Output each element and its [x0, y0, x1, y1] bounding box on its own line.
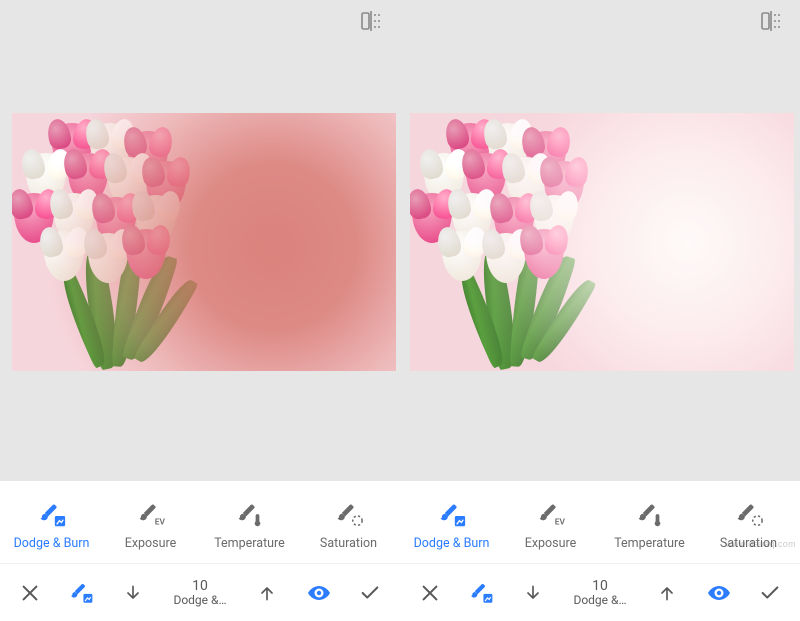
brush-sat-icon [334, 500, 364, 530]
stepper-value: 10 [192, 579, 208, 594]
action-bar: 10 Dodge &… [400, 563, 800, 621]
topbar [0, 0, 400, 42]
tool-temperature[interactable]: Temperature [603, 500, 697, 551]
brush-dodge-icon [37, 500, 67, 530]
tool-label: Exposure [125, 536, 177, 551]
stepper-value: 10 [592, 579, 608, 594]
app-container: Dodge & Burn EV Exposure Temperature [0, 0, 800, 621]
topbar [400, 0, 800, 42]
brush-ev-icon: EV [536, 500, 566, 530]
tool-label: Temperature [614, 536, 685, 551]
brush-ev-icon: EV [136, 500, 166, 530]
compare-before-after-icon[interactable] [360, 10, 382, 32]
edited-photo[interactable] [12, 113, 396, 371]
apply-button[interactable] [751, 573, 789, 613]
close-button[interactable] [11, 573, 49, 613]
tool-label: Dodge & Burn [14, 536, 90, 551]
action-bar: 10 Dodge &… [0, 563, 400, 621]
apply-button[interactable] [351, 573, 389, 613]
brush-mode-button[interactable] [62, 573, 100, 613]
watermark: www.deuaq.com [725, 539, 796, 549]
decrease-button[interactable] [114, 573, 152, 613]
brush-tool-row: Dodge & Burn EV Exposure Temperature [0, 481, 400, 563]
brush-temp-icon [235, 500, 265, 530]
brush-strength-stepper[interactable]: 10 Dodge &… [565, 579, 635, 606]
tool-label: Temperature [214, 536, 285, 551]
stepper-label: Dodge &… [573, 594, 626, 607]
brush-mask-overlay [12, 113, 396, 371]
brush-strength-stepper[interactable]: 10 Dodge &… [165, 579, 235, 606]
edited-photo[interactable] [410, 113, 794, 371]
compare-before-after-icon[interactable] [760, 10, 782, 32]
increase-button[interactable] [248, 573, 286, 613]
tool-label: Exposure [525, 536, 577, 551]
tool-exposure[interactable]: EV Exposure [504, 500, 598, 551]
tool-label: Saturation [320, 536, 377, 551]
tool-dodge-burn[interactable]: Dodge & Burn [405, 500, 499, 551]
tool-saturation[interactable]: Saturation [302, 500, 396, 551]
brush-dodge-icon [437, 500, 467, 530]
tool-dodge-burn[interactable]: Dodge & Burn [5, 500, 99, 551]
tool-label: Dodge & Burn [414, 536, 490, 551]
increase-button[interactable] [648, 573, 686, 613]
canvas-area[interactable] [400, 42, 800, 481]
tool-exposure[interactable]: EV Exposure [104, 500, 198, 551]
editor-pane-right: Dodge & Burn EV Exposure Temperature [400, 0, 800, 621]
decrease-button[interactable] [514, 573, 552, 613]
close-button[interactable] [411, 573, 449, 613]
brush-mode-button[interactable] [462, 573, 500, 613]
toggle-visibility-button[interactable] [300, 573, 338, 613]
toggle-visibility-button[interactable] [700, 573, 738, 613]
tool-temperature[interactable]: Temperature [203, 500, 297, 551]
svg-text:EV: EV [154, 517, 165, 527]
brush-sat-icon [734, 500, 764, 530]
canvas-area[interactable] [0, 42, 400, 481]
brush-mask-overlay [410, 113, 794, 371]
svg-text:EV: EV [554, 517, 565, 527]
stepper-label: Dodge &… [173, 594, 226, 607]
brush-temp-icon [635, 500, 665, 530]
editor-pane-left: Dodge & Burn EV Exposure Temperature [0, 0, 400, 621]
brush-tool-row: Dodge & Burn EV Exposure Temperature [400, 481, 800, 563]
